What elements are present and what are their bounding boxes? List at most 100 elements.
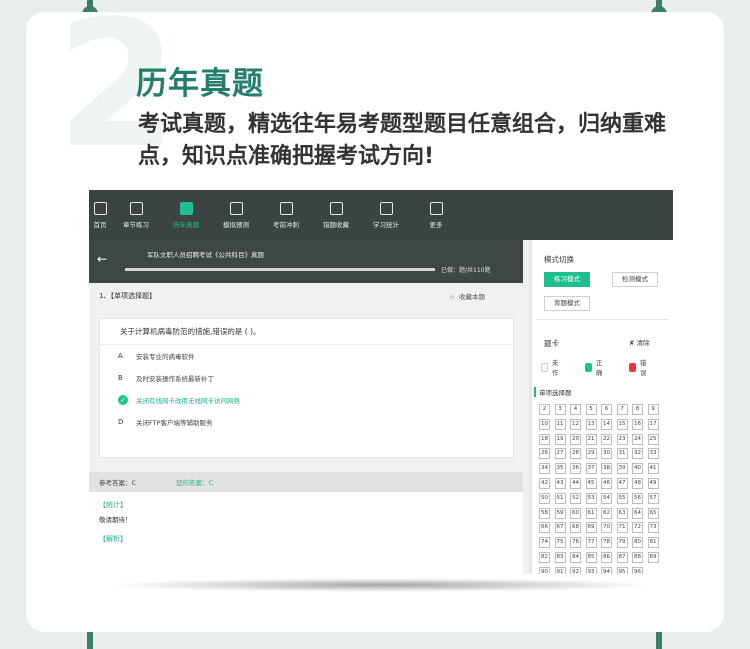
question-cell[interactable]: 27 [554,448,566,460]
question-cell[interactable]: 82 [539,551,550,563]
question-cell[interactable]: 75 [554,537,566,549]
question-cell[interactable]: 40 [632,463,643,475]
question-cell[interactable]: 44 [570,477,581,489]
question-cell[interactable]: 68 [570,522,581,534]
question-cell[interactable]: 83 [554,551,566,563]
question-cell[interactable]: 21 [585,433,597,445]
question-cell[interactable]: 34 [539,463,550,475]
question-cell[interactable]: 85 [585,551,597,563]
question-cell[interactable]: 54 [601,492,612,504]
question-cell[interactable]: 22 [601,433,612,445]
question-cell[interactable]: 14 [601,418,612,430]
question-cell[interactable]: 13 [585,418,597,430]
nav-item-0[interactable]: 首页 [89,190,111,240]
question-cell[interactable]: 32 [632,448,643,460]
question-cell[interactable]: 20 [570,433,581,445]
question-cell[interactable]: 72 [632,522,643,534]
question-cell[interactable]: 93 [585,566,597,574]
question-cell[interactable]: 87 [616,551,628,563]
question-cell[interactable]: 57 [647,492,659,504]
question-cell[interactable]: 80 [632,537,643,549]
question-cell[interactable]: 58 [539,507,550,519]
question-cell[interactable]: 60 [570,507,581,519]
question-cell[interactable]: 61 [585,507,597,519]
question-cell[interactable]: 28 [570,448,581,460]
question-cell[interactable]: 31 [616,448,628,460]
question-cell[interactable]: 62 [601,507,612,519]
question-cell[interactable]: 88 [632,551,643,563]
nav-item-2[interactable]: 历年真题 [161,190,211,240]
question-cell[interactable]: 42 [539,477,550,489]
option-b[interactable]: B 及时安装操作系统最新补丁 [100,367,513,389]
question-cell[interactable]: 81 [647,537,659,549]
question-cell[interactable]: 37 [585,463,597,475]
question-cell[interactable]: 50 [539,492,550,504]
question-cell[interactable]: 95 [616,566,628,574]
question-cell[interactable]: 89 [647,551,659,563]
question-cell[interactable]: 18 [539,433,550,445]
question-cell[interactable]: 79 [616,537,628,549]
question-cell[interactable]: 64 [632,507,643,519]
question-cell[interactable]: 29 [585,448,597,460]
question-cell[interactable]: 77 [585,537,597,549]
question-cell[interactable]: 26 [539,448,550,460]
question-cell[interactable]: 51 [554,492,566,504]
question-cell[interactable]: 8 [632,404,643,415]
option-c[interactable]: ✓ 关闭有线网卡改用无线网卡访问网络 [100,389,513,411]
question-cell[interactable]: 17 [647,418,659,430]
question-cell[interactable]: 73 [647,522,659,534]
question-cell[interactable]: 59 [554,507,566,519]
question-cell[interactable]: 12 [570,418,581,430]
nav-item-3[interactable]: 模拟预测 [211,190,261,240]
recite-mode-button[interactable]: 背题模式 [544,296,590,311]
question-cell[interactable]: 69 [585,522,597,534]
question-cell[interactable]: 55 [616,492,628,504]
question-cell[interactable]: 23 [616,433,628,445]
question-cell[interactable]: 16 [632,418,643,430]
nav-item-5[interactable]: 错题收藏 [311,190,361,240]
question-cell[interactable]: 65 [647,507,659,519]
question-cell[interactable]: 71 [616,522,628,534]
question-cell[interactable]: 96 [632,566,643,574]
question-cell[interactable]: 66 [539,522,550,534]
option-d[interactable]: D 关闭FTP客户端等辅助服务 [100,411,513,433]
question-cell[interactable]: 25 [647,433,659,445]
question-cell[interactable]: 90 [539,566,550,574]
question-cell[interactable]: 7 [616,404,628,415]
nav-item-6[interactable]: 学习统计 [361,190,411,240]
question-cell[interactable]: 49 [647,477,659,489]
question-cell[interactable]: 76 [570,537,581,549]
question-cell[interactable]: 74 [539,537,550,549]
question-cell[interactable]: 6 [601,404,612,415]
question-cell[interactable]: 92 [570,566,581,574]
question-cell[interactable]: 2 [539,404,550,415]
question-cell[interactable]: 70 [601,522,612,534]
nav-item-1[interactable]: 章节练习 [111,190,161,240]
question-cell[interactable]: 39 [616,463,628,475]
question-cell[interactable]: 86 [601,551,612,563]
question-cell[interactable]: 11 [554,418,566,430]
question-cell[interactable]: 4 [570,404,581,415]
question-cell[interactable]: 30 [601,448,612,460]
back-arrow-icon[interactable]: ← [97,252,107,266]
question-cell[interactable]: 43 [554,477,566,489]
question-cell[interactable]: 9 [647,404,659,415]
scrollbar[interactable] [529,240,532,574]
question-cell[interactable]: 5 [585,404,597,415]
test-mode-button[interactable]: 检测模式 [612,272,658,287]
question-cell[interactable]: 53 [585,492,597,504]
question-cell[interactable]: 67 [554,522,566,534]
question-cell[interactable]: 35 [554,463,566,475]
question-cell[interactable]: 78 [601,537,612,549]
question-cell[interactable]: 84 [570,551,581,563]
question-cell[interactable]: 91 [554,566,566,574]
question-cell[interactable]: 94 [601,566,612,574]
question-cell[interactable]: 3 [554,404,566,415]
question-cell[interactable]: 24 [632,433,643,445]
nav-item-4[interactable]: 考前冲刺 [261,190,311,240]
question-cell[interactable]: 10 [539,418,550,430]
question-cell[interactable]: 52 [570,492,581,504]
practice-mode-button[interactable]: 练习模式 [544,272,590,287]
option-a[interactable]: A 安装专业的病毒软件 [100,345,513,367]
question-cell[interactable]: 38 [601,463,612,475]
